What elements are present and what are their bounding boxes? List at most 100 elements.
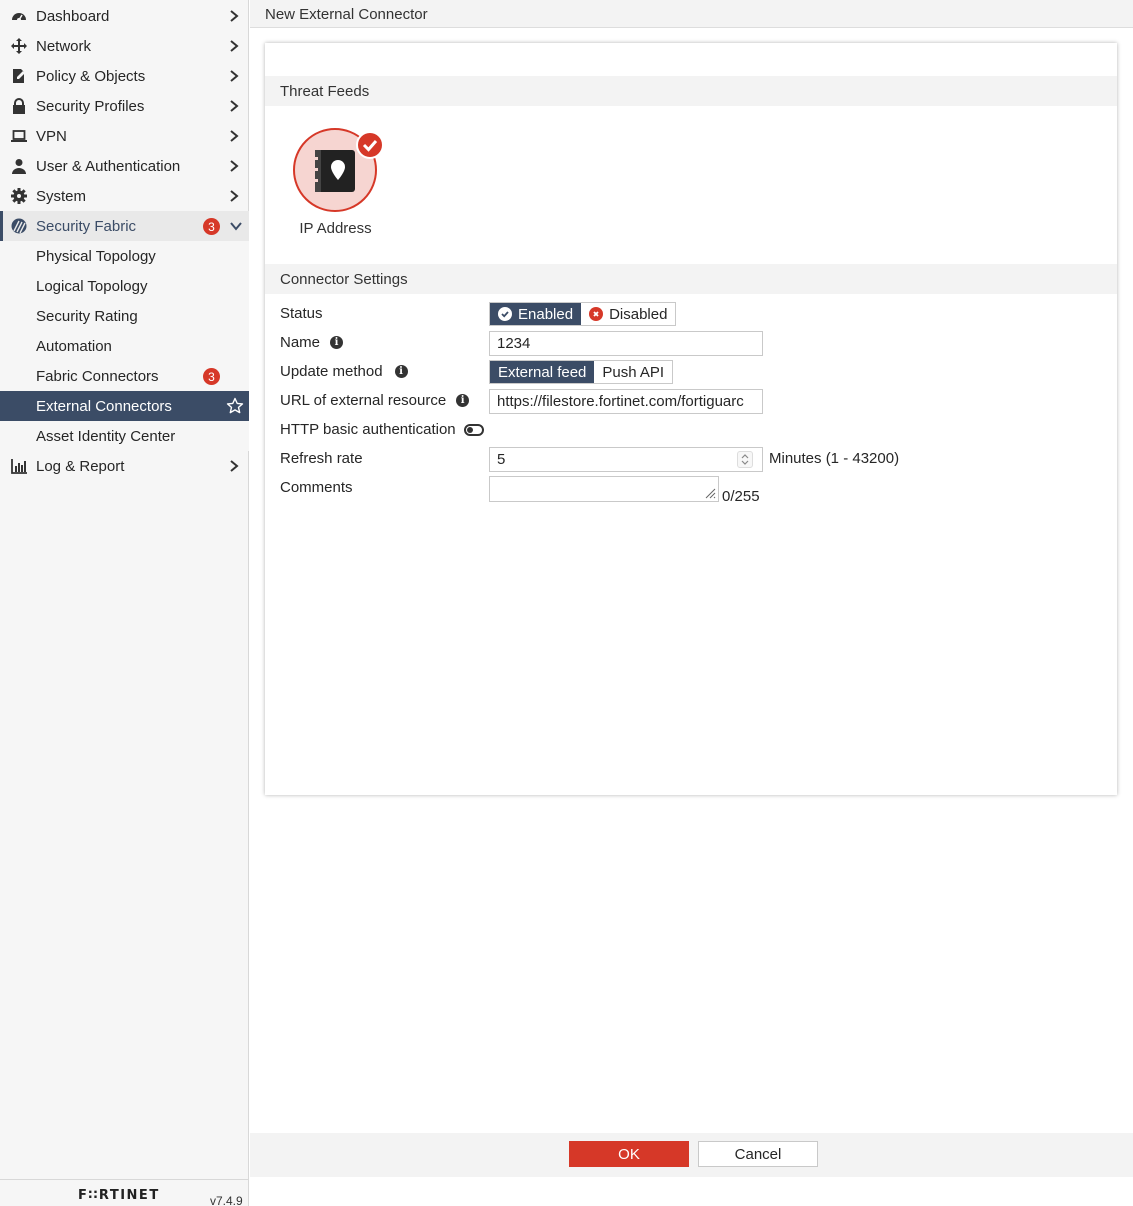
external-feed-button[interactable]: External feed	[490, 361, 595, 383]
nav-label: Network	[36, 37, 92, 55]
x-circle-icon	[589, 307, 604, 321]
nav-automation[interactable]: Automation	[0, 331, 249, 361]
nav-label: System	[36, 187, 87, 205]
status-label: Status	[280, 305, 323, 322]
comments-label: Comments	[280, 479, 353, 496]
chevron-right-icon	[230, 460, 239, 472]
nav-label: Security Rating	[36, 307, 138, 325]
label-text: Status	[280, 305, 323, 322]
http-auth-toggle[interactable]	[463, 423, 484, 436]
comments-textarea[interactable]	[489, 476, 719, 502]
user-icon	[11, 158, 27, 174]
nav-logical-topology[interactable]: Logical Topology	[0, 271, 249, 301]
star-icon[interactable]	[226, 397, 244, 415]
update-method-label: Update method i	[280, 363, 408, 380]
option-label: Push API	[602, 363, 665, 381]
threat-feeds-header: Threat Feeds	[265, 76, 1117, 106]
dashboard-icon	[11, 8, 27, 24]
chevron-right-icon	[230, 160, 239, 172]
chevron-right-icon	[230, 40, 239, 52]
nav-physical-topology[interactable]: Physical Topology	[0, 241, 249, 271]
feed-card-label: IP Address	[299, 220, 372, 237]
label-text: URL of external resource	[280, 392, 447, 409]
security-fabric-icon	[11, 218, 27, 234]
nav-asset-identity-center[interactable]: Asset Identity Center	[0, 421, 249, 451]
chart-icon	[11, 458, 27, 474]
nav-label: User & Authentication	[36, 157, 181, 175]
option-label: External feed	[498, 363, 587, 381]
nav-label: VPN	[36, 127, 67, 145]
nav-label: External Connectors	[36, 397, 172, 415]
input-value: 5	[497, 451, 506, 468]
nav-label: Security Profiles	[36, 97, 145, 115]
push-api-button[interactable]: Push API	[594, 361, 673, 383]
chevron-right-icon	[230, 100, 239, 112]
name-input[interactable]: 1234	[489, 331, 763, 356]
gear-icon	[11, 188, 27, 204]
nav-label: Dashboard	[36, 7, 110, 25]
page-title: New External Connector	[265, 6, 428, 23]
connector-settings-header: Connector Settings	[265, 264, 1117, 294]
nav-network[interactable]: Network	[0, 31, 249, 61]
url-input[interactable]: https://filestore.fortinet.com/fortiguar…	[489, 389, 763, 414]
connector-form-panel: Threat Feeds IP Address Connector Settin…	[265, 43, 1117, 795]
nav-label: Automation	[36, 337, 112, 355]
option-label: Disabled	[609, 305, 668, 323]
policy-icon	[11, 68, 27, 84]
status-enabled-button[interactable]: Enabled	[490, 303, 582, 325]
nav-label: Logical Topology	[36, 277, 148, 295]
nav-security-rating[interactable]: Security Rating	[0, 301, 249, 331]
option-label: Enabled	[518, 305, 574, 323]
chevron-down-icon	[230, 222, 242, 231]
nav-fabric-connectors[interactable]: Fabric Connectors 3	[0, 361, 249, 391]
label-text: Comments	[280, 479, 353, 496]
form-footer: OK Cancel	[250, 1133, 1133, 1177]
refresh-rate-unit: Minutes (1 - 43200)	[769, 450, 899, 467]
nav-security-fabric[interactable]: Security Fabric 3	[0, 211, 249, 241]
info-icon[interactable]: i	[394, 365, 408, 378]
comments-counter: 0/255	[722, 488, 760, 505]
nav-log-report[interactable]: Log & Report	[0, 451, 249, 481]
status-toggle-group: Enabled Disabled	[489, 302, 677, 326]
sidebar-footer: F∷RTINET v7.4.9	[0, 1179, 249, 1206]
fortinet-logo: F∷RTINET	[78, 1188, 160, 1203]
chevron-right-icon	[230, 70, 239, 82]
nav-policy-objects[interactable]: Policy & Objects	[0, 61, 249, 91]
update-method-toggle-group: External feed Push API	[489, 360, 674, 384]
label-text: Name	[280, 334, 321, 351]
label-text: 0/255	[722, 488, 760, 505]
nav-label: Asset Identity Center	[36, 427, 176, 445]
section-title: Connector Settings	[280, 271, 408, 288]
nav-user-authentication[interactable]: User & Authentication	[0, 151, 249, 181]
nav-dashboard[interactable]: Dashboard	[0, 1, 249, 31]
check-circle-icon	[498, 307, 512, 321]
notification-badge: 3	[203, 368, 220, 385]
refresh-rate-input[interactable]: 5	[489, 447, 763, 472]
nav-system[interactable]: System	[0, 181, 249, 211]
notification-badge: 3	[203, 218, 220, 235]
label-text: Update method	[280, 363, 383, 380]
page-titlebar: New External Connector	[250, 0, 1133, 28]
http-auth-label: HTTP basic authentication	[280, 421, 484, 438]
cancel-button[interactable]: Cancel	[698, 1141, 818, 1167]
info-icon[interactable]: i	[330, 336, 344, 349]
status-disabled-button[interactable]: Disabled	[581, 303, 676, 325]
stepper-icon[interactable]	[737, 451, 753, 468]
info-icon[interactable]: i	[456, 394, 470, 407]
selected-check-icon	[356, 131, 384, 159]
nav-external-connectors[interactable]: External Connectors	[0, 391, 249, 421]
nav-label: Log & Report	[36, 457, 125, 475]
nav-security-profiles[interactable]: Security Profiles	[0, 91, 249, 121]
refresh-rate-label: Refresh rate	[280, 450, 363, 467]
url-label: URL of external resource i	[280, 392, 470, 409]
label-text: HTTP basic authentication	[280, 421, 456, 438]
laptop-icon	[11, 128, 27, 144]
version-label: v7.4.9	[210, 1194, 243, 1206]
nav-vpn[interactable]: VPN	[0, 121, 249, 151]
nav-label: Security Fabric	[36, 217, 137, 235]
chevron-right-icon	[230, 10, 239, 22]
network-icon	[11, 38, 27, 54]
chevron-right-icon	[230, 190, 239, 202]
ok-button[interactable]: OK	[569, 1141, 689, 1167]
resize-handle-icon[interactable]	[704, 487, 716, 499]
